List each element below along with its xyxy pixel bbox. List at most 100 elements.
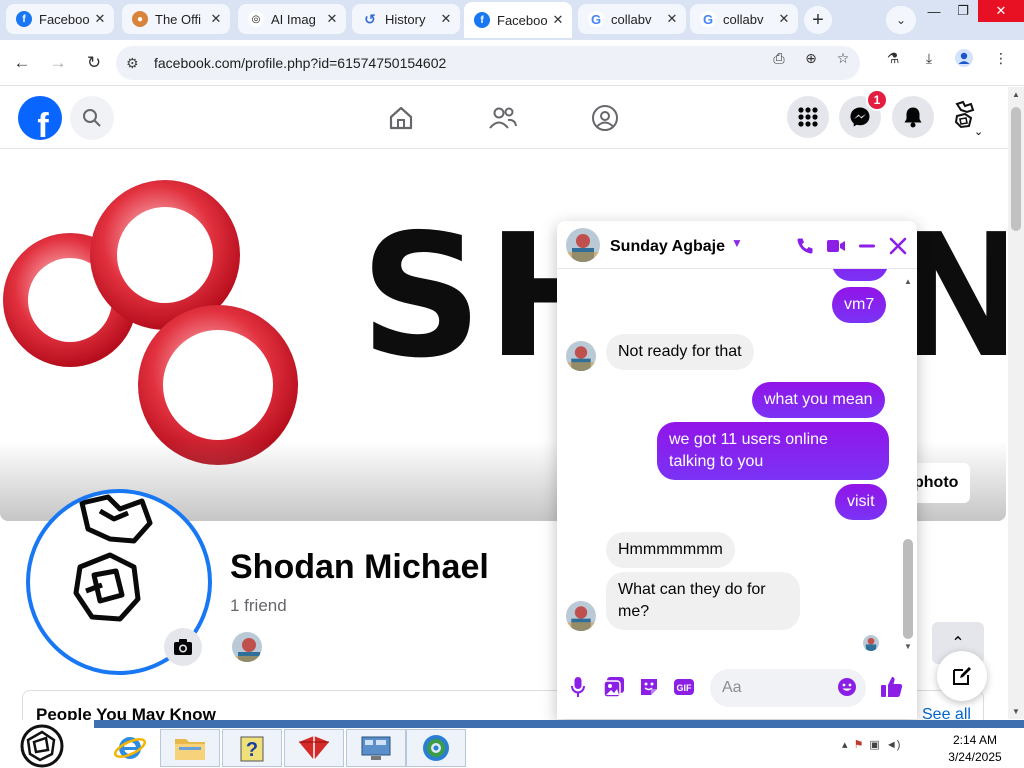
grid-icon	[798, 107, 818, 127]
browser-tab-strip: f Faceboo ✕ ● The Offi ✕ ◎ AI Imag ✕ ↺ H…	[0, 0, 1024, 40]
chevron-down-icon[interactable]: ▼	[731, 236, 743, 250]
zoom-icon[interactable]: ⊕	[802, 49, 820, 67]
browser-tab-office[interactable]: ● The Offi ✕	[122, 4, 230, 34]
tray-network-icon[interactable]: ▣	[869, 738, 879, 751]
start-button[interactable]	[18, 722, 66, 768]
browser-tab-collab-2[interactable]: G collabv ✕	[690, 4, 798, 34]
close-icon[interactable]: ✕	[664, 11, 680, 27]
download-icon[interactable]: ⤓	[920, 49, 938, 67]
microphone-icon[interactable]	[566, 675, 590, 699]
facebook-logo-icon[interactable]: f	[18, 96, 62, 140]
scroll-up-arrow[interactable]: ▲	[901, 277, 915, 286]
internet-explorer-icon	[114, 737, 146, 759]
chat-contact-name[interactable]: Sunday Agbaje	[610, 238, 725, 256]
friends-count-link[interactable]: 1 friend	[230, 596, 287, 616]
notifications-button[interactable]	[892, 96, 934, 138]
browser-tab-facebook-1[interactable]: f Faceboo ✕	[6, 4, 114, 34]
labs-flask-icon[interactable]: ⚗	[884, 49, 902, 67]
facebook-icon: f	[16, 11, 32, 27]
chat-contact-avatar[interactable]	[566, 228, 600, 262]
new-message-button[interactable]	[937, 651, 987, 701]
minimize-icon[interactable]: —	[920, 0, 948, 22]
red-app-icon	[299, 736, 329, 760]
browser-globe-icon	[423, 735, 449, 761]
close-icon[interactable]: ✕	[208, 11, 224, 27]
groups-nav-icon[interactable]	[589, 102, 621, 134]
back-icon[interactable]: ←	[10, 51, 34, 75]
emoji-icon[interactable]	[835, 675, 859, 699]
search-button[interactable]	[70, 96, 114, 140]
chat-header: Sunday Agbaje ▼	[557, 221, 917, 269]
menu-grid-button[interactable]	[787, 96, 829, 138]
bell-icon	[904, 107, 922, 128]
forward-icon[interactable]: →	[46, 51, 70, 75]
browser-tab-history[interactable]: ↺ History ✕	[352, 4, 460, 34]
url-text[interactable]: facebook.com/profile.php?id=615747501546…	[154, 55, 446, 71]
account-chevron-icon[interactable]: ⌄	[974, 125, 983, 138]
page-scrollbar[interactable]: ▲ ▼	[1008, 87, 1024, 719]
bookmark-star-icon[interactable]: ☆	[834, 49, 852, 67]
taskbar-browser[interactable]	[406, 729, 466, 767]
taskbar-internet-explorer[interactable]	[100, 729, 160, 767]
address-bar[interactable]: ⚙ facebook.com/profile.php?id=6157475015…	[116, 46, 860, 80]
friend-avatar[interactable]	[230, 630, 264, 664]
google-icon: G	[700, 11, 716, 27]
update-profile-picture-button[interactable]	[164, 628, 202, 666]
taskbar-file-explorer[interactable]	[160, 729, 220, 767]
scroll-down-arrow[interactable]: ▼	[901, 642, 915, 651]
history-icon: ↺	[364, 10, 376, 27]
help-icon: ?	[240, 736, 264, 762]
close-chat-icon[interactable]	[887, 235, 909, 257]
browser-tab-facebook-active[interactable]: f Faceboo ✕	[464, 2, 572, 38]
photo-icon[interactable]	[602, 675, 626, 699]
scrollbar-thumb[interactable]	[903, 539, 913, 639]
tray-volume-icon[interactable]: ◄)	[886, 739, 901, 751]
close-icon[interactable]: ✕	[776, 11, 792, 27]
audio-call-icon[interactable]	[794, 235, 816, 257]
gif-icon[interactable]: GIF	[672, 675, 696, 699]
new-tab-button[interactable]: +	[804, 6, 832, 34]
search-icon	[83, 109, 101, 127]
friends-nav-icon[interactable]	[487, 102, 519, 134]
site-info-icon[interactable]: ⚙	[126, 55, 146, 72]
taskbar-control-panel[interactable]	[346, 729, 406, 767]
restore-icon[interactable]: ❐	[950, 0, 976, 22]
home-nav-icon[interactable]	[385, 102, 417, 134]
tab-search-button[interactable]: ⌄	[886, 6, 916, 34]
tray-security-icon[interactable]: ⚑	[854, 738, 864, 751]
tray-expand-icon[interactable]: ▴	[842, 738, 848, 751]
browser-menu-icon[interactable]: ⋮	[992, 49, 1010, 67]
taskbar-clock[interactable]: 2:14 AM 3/24/2025	[940, 732, 1010, 766]
profile-icon[interactable]	[955, 49, 973, 67]
like-thumbs-up-icon[interactable]	[880, 675, 904, 699]
scroll-down-arrow[interactable]: ▼	[1008, 707, 1024, 716]
browser-tab-ai-image[interactable]: ◎ AI Imag ✕	[238, 4, 346, 34]
browser-tab-collab-1[interactable]: G collabv ✕	[578, 4, 686, 34]
minimize-chat-icon[interactable]	[856, 235, 878, 257]
reload-icon[interactable]: ↻	[82, 51, 106, 75]
system-tray: ▴ ⚑ ▣ ◄)	[842, 738, 901, 752]
sticker-icon[interactable]	[637, 675, 661, 699]
taskbar-help[interactable]: ?	[222, 729, 282, 767]
clock-time: 2:14 AM	[952, 733, 998, 747]
scrollbar-thumb[interactable]	[1011, 107, 1021, 231]
messenger-chat-window: Sunday Agbaje ▼ vm7 Not ready for that w…	[557, 221, 917, 719]
clock-date: 3/24/2025	[948, 750, 1002, 764]
close-icon[interactable]: ✕	[550, 12, 566, 28]
close-icon[interactable]: ✕	[92, 11, 108, 27]
close-icon[interactable]: ✕	[324, 11, 340, 27]
scroll-up-arrow[interactable]: ▲	[1008, 90, 1024, 99]
video-call-icon[interactable]	[825, 235, 847, 257]
tab-title: Faceboo	[497, 12, 548, 28]
taskbar-app-red[interactable]	[284, 729, 344, 767]
chat-scrollbar[interactable]: ▲ ▼	[901, 277, 915, 651]
browser-toolbar: ← → ↻ ⚙ facebook.com/profile.php?id=6157…	[0, 40, 1024, 86]
message-bubble-outgoing: what you mean	[752, 382, 885, 418]
window-close-button[interactable]: ✕	[978, 0, 1024, 22]
close-icon[interactable]: ✕	[438, 11, 454, 27]
tab-title: The Offi	[155, 11, 202, 27]
chevron-up-icon: ⌃	[951, 635, 965, 652]
taskbar-edge	[94, 720, 1024, 728]
tab-title: AI Imag	[271, 11, 316, 27]
install-app-icon[interactable]: ⎙	[770, 49, 788, 67]
